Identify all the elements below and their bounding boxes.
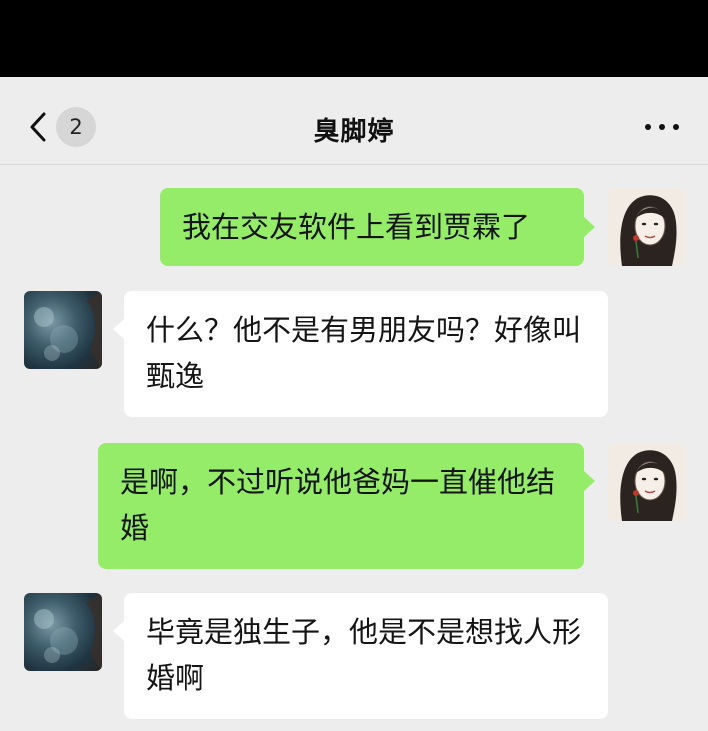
more-options-button[interactable] — [640, 117, 684, 137]
message-bubble-received[interactable]: 什么？他不是有男朋友吗？好像叫甄逸 — [124, 291, 608, 417]
message-list[interactable]: 我在交友软件上看到贾霖了 什么？他不是有男朋友吗？好像叫甄逸 是啊，不过听说他爸… — [0, 166, 708, 731]
message-bubble-sent[interactable]: 我在交友软件上看到贾霖了 — [160, 188, 584, 266]
contact-avatar[interactable] — [24, 593, 102, 671]
chat-header: 2 臭脚婷 — [0, 77, 708, 165]
contact-avatar[interactable] — [24, 291, 102, 369]
my-avatar[interactable] — [608, 443, 686, 521]
message-bubble-received[interactable]: 毕竟是独生子，他是不是想找人形婚啊 — [124, 593, 608, 719]
woman-portrait-icon — [608, 188, 686, 266]
status-bar — [0, 0, 708, 77]
message-bubble-sent[interactable]: 是啊，不过听说他爸妈一直催他结婚 — [98, 443, 584, 569]
scenery-avatar-icon — [34, 593, 102, 671]
scenery-avatar-icon — [34, 291, 102, 369]
woman-portrait-icon — [608, 443, 686, 521]
my-avatar[interactable] — [608, 188, 686, 266]
more-dots-icon — [645, 124, 651, 130]
chat-title: 臭脚婷 — [313, 117, 395, 147]
